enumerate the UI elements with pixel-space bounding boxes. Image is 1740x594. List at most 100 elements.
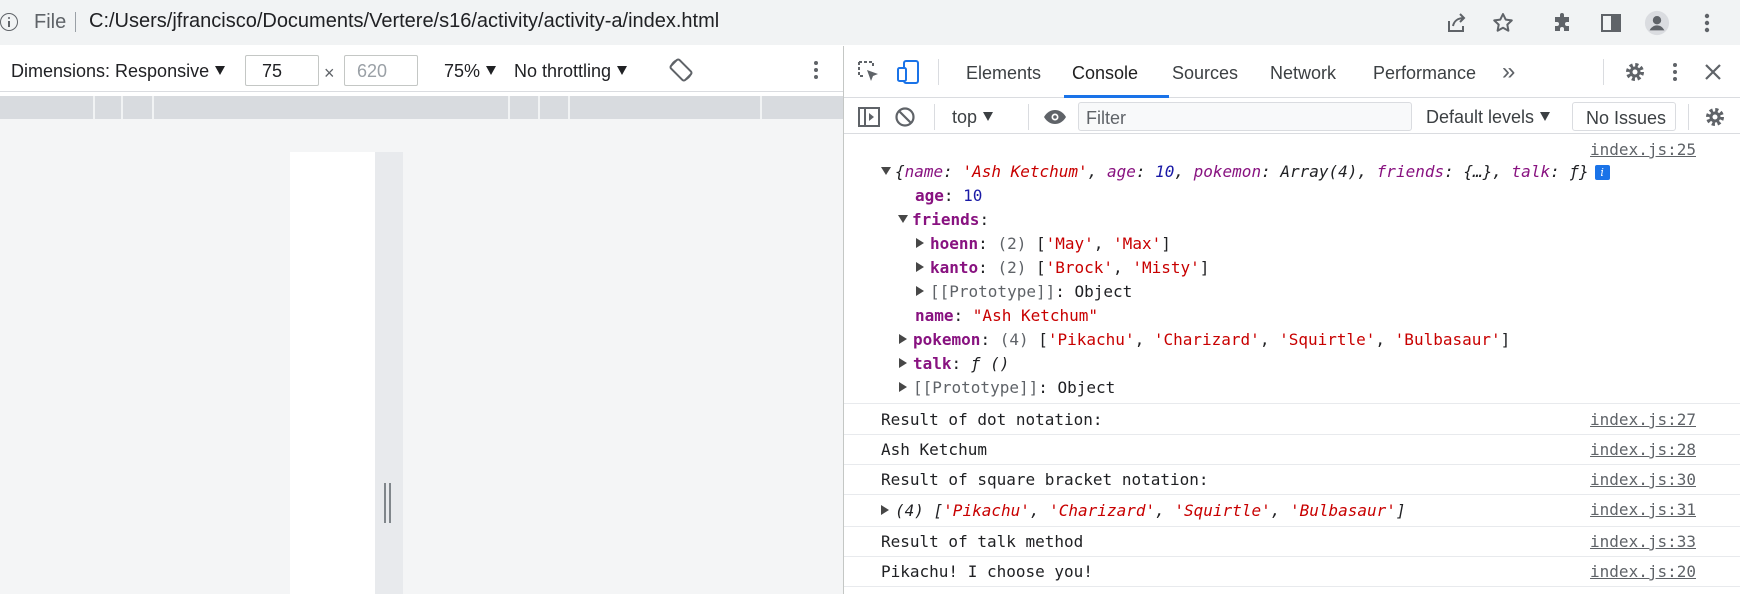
property-friends-prototype[interactable]: [[Prototype]]: Object bbox=[916, 282, 1132, 301]
resize-handle-icon[interactable] bbox=[383, 483, 393, 523]
context-dropdown[interactable]: top bbox=[952, 107, 994, 128]
settings-gear-icon[interactable] bbox=[1622, 59, 1648, 85]
console-message: Pikachu! I choose you! index.js:20 bbox=[844, 557, 1740, 587]
device-toolbar-toggle-icon[interactable] bbox=[896, 59, 922, 85]
throttling-dropdown[interactable]: No throttling bbox=[514, 61, 628, 82]
clear-console-icon[interactable] bbox=[892, 104, 918, 130]
divider bbox=[934, 104, 935, 130]
property-name: name: "Ash Ketchum" bbox=[915, 306, 1099, 325]
collapse-arrow-icon[interactable] bbox=[916, 238, 924, 248]
device-resizer[interactable] bbox=[375, 152, 403, 594]
info-icon[interactable] bbox=[0, 13, 18, 31]
array-preview[interactable]: (4) ['Pikachu', 'Charizard', 'Squirtle',… bbox=[881, 501, 1406, 520]
side-panel-icon[interactable] bbox=[1598, 10, 1624, 36]
message-text: Pikachu! I choose you! bbox=[881, 562, 1093, 581]
height-input[interactable]: 620 bbox=[344, 55, 418, 86]
property-hoenn[interactable]: hoenn: (2) ['May', 'Max'] bbox=[916, 234, 1171, 253]
divider bbox=[938, 59, 939, 85]
context-label: top bbox=[952, 107, 978, 127]
url-text[interactable]: C:/Users/jfrancisco/Documents/Vertere/s1… bbox=[89, 10, 719, 33]
menu-icon[interactable] bbox=[1694, 10, 1720, 36]
ruler-divider bbox=[93, 96, 95, 119]
source-link[interactable]: index.js:31 bbox=[1590, 500, 1696, 519]
filter-input[interactable]: Filter bbox=[1078, 102, 1412, 131]
profile-icon[interactable] bbox=[1644, 10, 1670, 36]
dropdown-arrow-icon bbox=[486, 66, 497, 75]
object-preview[interactable]: {name: 'Ash Ketchum', age: 10, pokemon: … bbox=[881, 162, 1610, 181]
property-pokemon[interactable]: pokemon: (4) ['Pikachu', 'Charizard', 'S… bbox=[899, 330, 1510, 349]
divider bbox=[1028, 104, 1029, 130]
tab-network[interactable]: Network bbox=[1270, 63, 1336, 84]
dimensions-dropdown[interactable]: Dimensions: Responsive bbox=[11, 61, 226, 82]
more-tabs-icon[interactable]: » bbox=[1502, 58, 1515, 86]
dropdown-arrow-icon bbox=[983, 112, 994, 121]
source-link[interactable]: index.js:33 bbox=[1590, 532, 1696, 551]
console-output: index.js:25 {name: 'Ash Ketchum', age: 1… bbox=[844, 135, 1740, 594]
rotate-icon[interactable] bbox=[668, 57, 694, 83]
issues-button[interactable]: No Issues bbox=[1572, 102, 1676, 131]
more-options-icon[interactable] bbox=[808, 58, 824, 82]
source-link[interactable]: index.js:27 bbox=[1590, 410, 1696, 429]
extensions-icon[interactable] bbox=[1550, 10, 1576, 36]
expand-arrow-icon[interactable] bbox=[881, 167, 891, 175]
console-message: Ash Ketchum index.js:28 bbox=[844, 435, 1740, 465]
zoom-label: 75% bbox=[444, 61, 481, 81]
device-frame bbox=[290, 152, 375, 594]
source-link[interactable]: index.js:20 bbox=[1590, 562, 1696, 581]
divider bbox=[1603, 59, 1604, 85]
inspect-element-icon[interactable] bbox=[856, 59, 882, 85]
share-icon[interactable] bbox=[1444, 10, 1470, 36]
ruler-divider bbox=[508, 96, 510, 119]
ruler-divider bbox=[760, 96, 762, 119]
width-input[interactable]: 75 bbox=[245, 55, 319, 86]
message-text: Ash Ketchum bbox=[881, 440, 987, 459]
expand-arrow-icon[interactable] bbox=[898, 215, 908, 223]
collapse-arrow-icon[interactable] bbox=[899, 334, 907, 344]
property-talk[interactable]: talk: ƒ () bbox=[899, 354, 1009, 373]
customize-menu-icon[interactable] bbox=[1662, 59, 1688, 85]
property-prototype[interactable]: [[Prototype]]: Object bbox=[899, 378, 1115, 397]
tab-console[interactable]: Console bbox=[1072, 63, 1138, 84]
media-query-ruler[interactable] bbox=[0, 96, 843, 119]
bookmark-star-icon[interactable] bbox=[1490, 10, 1516, 36]
message-text: Result of talk method bbox=[881, 532, 1084, 551]
eye-icon[interactable] bbox=[1042, 104, 1068, 130]
device-viewport bbox=[0, 119, 843, 594]
console-settings-gear-icon[interactable] bbox=[1702, 104, 1728, 130]
console-message: Result of dot notation: index.js:27 bbox=[844, 405, 1740, 435]
dropdown-arrow-icon bbox=[215, 66, 226, 75]
source-link[interactable]: index.js:25 bbox=[1590, 140, 1696, 159]
dropdown-arrow-icon bbox=[1540, 112, 1551, 121]
tab-performance[interactable]: Performance bbox=[1373, 63, 1476, 84]
ruler-divider bbox=[121, 96, 123, 119]
console-message: Result of talk method index.js:33 bbox=[844, 527, 1740, 557]
property-friends[interactable]: friends: bbox=[898, 210, 989, 229]
sidebar-toggle-icon[interactable] bbox=[856, 104, 882, 130]
info-badge-icon[interactable]: i bbox=[1594, 165, 1610, 180]
address-bar: File C:/Users/jfrancisco/Documents/Verte… bbox=[0, 0, 1740, 45]
source-link[interactable]: index.js:30 bbox=[1590, 470, 1696, 489]
console-toolbar: top Filter Default levels No Issues bbox=[844, 99, 1740, 134]
collapse-arrow-icon[interactable] bbox=[916, 262, 924, 272]
dropdown-arrow-icon bbox=[617, 66, 628, 75]
active-tab-indicator bbox=[1064, 95, 1169, 98]
log-levels-dropdown[interactable]: Default levels bbox=[1426, 107, 1551, 128]
collapse-arrow-icon[interactable] bbox=[916, 286, 924, 296]
collapse-arrow-icon[interactable] bbox=[899, 358, 907, 368]
property-age: age: 10 bbox=[915, 186, 983, 205]
devtools-tabbar: Elements Console Sources Network Perform… bbox=[844, 46, 1740, 98]
divider bbox=[75, 12, 76, 32]
ruler-divider bbox=[152, 96, 154, 119]
tab-elements[interactable]: Elements bbox=[966, 63, 1041, 84]
property-kanto[interactable]: kanto: (2) ['Brock', 'Misty'] bbox=[916, 258, 1209, 277]
collapse-arrow-icon[interactable] bbox=[881, 505, 889, 515]
console-message: Result of square bracket notation: index… bbox=[844, 465, 1740, 495]
ruler-divider bbox=[538, 96, 540, 119]
source-link[interactable]: index.js:28 bbox=[1590, 440, 1696, 459]
tab-sources[interactable]: Sources bbox=[1172, 63, 1238, 84]
collapse-arrow-icon[interactable] bbox=[899, 382, 907, 392]
message-text: Result of dot notation: bbox=[881, 410, 1103, 429]
device-toolbar: Dimensions: Responsive 75 × 620 75% No t… bbox=[0, 46, 843, 92]
close-icon[interactable] bbox=[1700, 59, 1726, 85]
zoom-dropdown[interactable]: 75% bbox=[444, 61, 497, 82]
